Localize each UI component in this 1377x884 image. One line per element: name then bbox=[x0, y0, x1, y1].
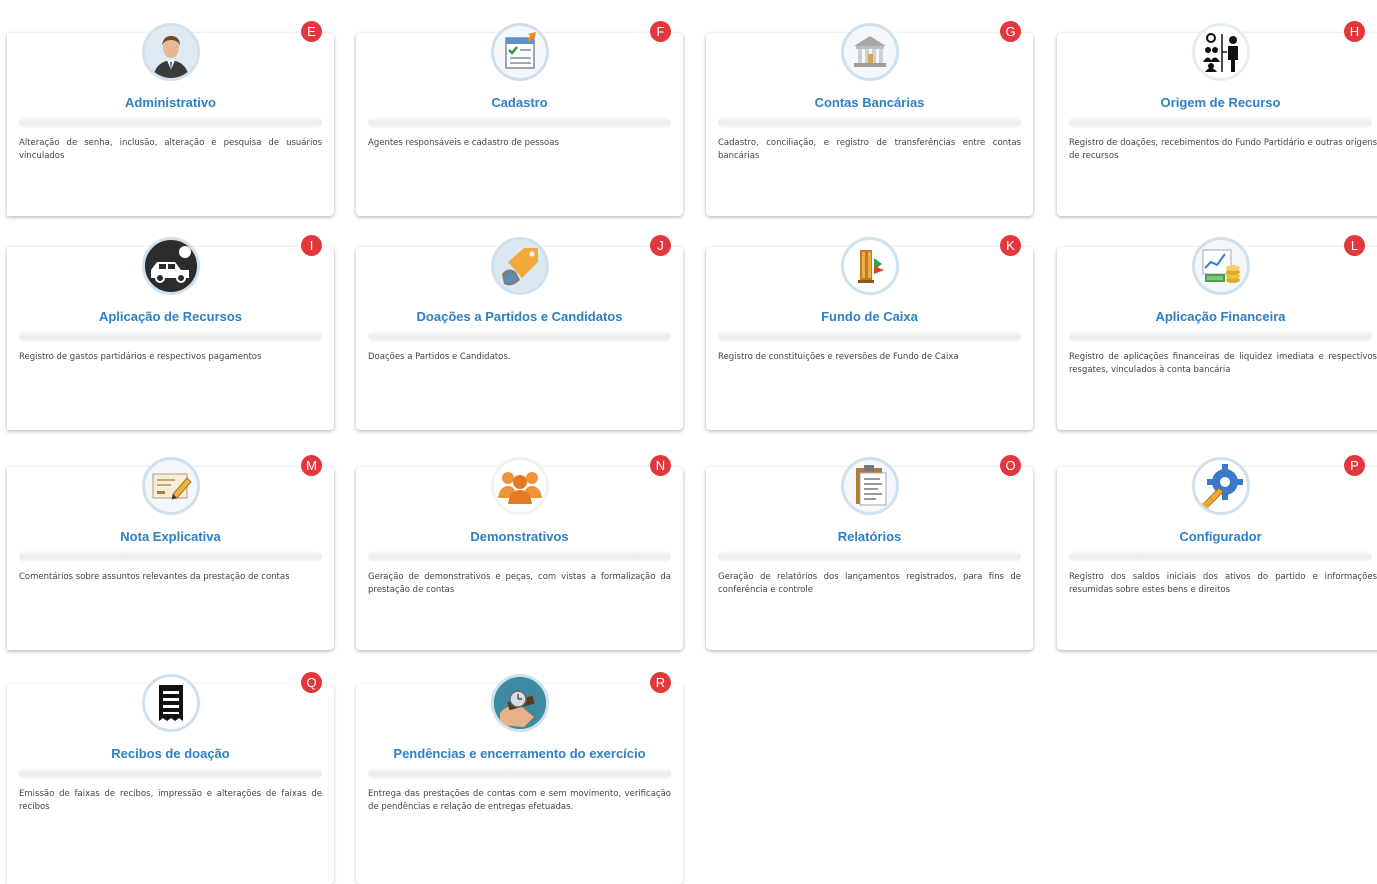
card-description: Geração de demonstrativos e peças, com v… bbox=[368, 572, 671, 595]
module-card-pendencias-encerramento[interactable]: R Pendências e encerramento do exercício… bbox=[356, 672, 683, 884]
investment-coins-icon bbox=[1191, 237, 1250, 295]
card-badge: H bbox=[1344, 21, 1365, 42]
module-card-aplicacao-financeira[interactable]: L Aplicação Financeira Registro de aplic… bbox=[1057, 235, 1377, 430]
module-card-cadastro[interactable]: F Cadastro Agentes responsáveis e cadast… bbox=[356, 21, 683, 216]
card-badge: G bbox=[1000, 21, 1021, 42]
card-description: Registro de doações, recebimentos do Fun… bbox=[1069, 138, 1377, 161]
card-divider bbox=[19, 331, 322, 342]
card-divider bbox=[718, 331, 1021, 342]
card-divider bbox=[19, 551, 322, 562]
gear-wrench-icon bbox=[1191, 457, 1250, 515]
user-avatar-icon bbox=[141, 23, 200, 81]
module-card-doacoes-partidos-candidatos[interactable]: J Doações a Partidos e Candidatos Doaçõe… bbox=[356, 235, 683, 430]
card-divider bbox=[368, 551, 671, 562]
module-card-fundo-de-caixa[interactable]: K Fundo de Caixa Registro de constituiçõ… bbox=[706, 235, 1033, 430]
card-description: Registro de aplicações financeiras de li… bbox=[1069, 352, 1377, 375]
card-divider bbox=[368, 331, 671, 342]
card-badge: R bbox=[650, 672, 671, 693]
module-card-recibos-de-doacao[interactable]: Q Recibos de doação Emissão de faixas de… bbox=[7, 672, 334, 884]
card-badge: K bbox=[1000, 235, 1021, 256]
card-badge: O bbox=[1000, 455, 1021, 476]
card-title[interactable]: Relatórios bbox=[706, 529, 1033, 544]
receipt-icon bbox=[141, 674, 200, 732]
card-title[interactable]: Cadastro bbox=[356, 95, 683, 110]
card-divider bbox=[718, 551, 1021, 562]
card-badge: M bbox=[301, 455, 322, 476]
module-card-administrativo[interactable]: E Administrativo Alteração de senha, inc… bbox=[7, 21, 334, 216]
card-divider bbox=[1069, 551, 1372, 562]
clipboard-report-icon bbox=[840, 457, 899, 515]
vehicle-spending-icon bbox=[141, 237, 200, 295]
card-title[interactable]: Configurador bbox=[1057, 529, 1377, 544]
card-description: Alteração de senha, inclusão, alteração … bbox=[19, 138, 322, 161]
card-divider bbox=[1069, 331, 1372, 342]
module-card-aplicacao-de-recursos[interactable]: I Aplicação de Recursos Registro de gast… bbox=[7, 235, 334, 430]
card-title[interactable]: Administrativo bbox=[7, 95, 334, 110]
card-badge: Q bbox=[301, 672, 322, 693]
card-badge: L bbox=[1344, 235, 1365, 256]
card-title[interactable]: Nota Explicativa bbox=[7, 529, 334, 544]
card-description: Registro de constituições e reversões de… bbox=[718, 352, 959, 362]
card-badge: I bbox=[301, 235, 322, 256]
module-card-relatorios[interactable]: O Relatórios Geração de relatórios dos l… bbox=[706, 455, 1033, 650]
module-card-contas-bancarias[interactable]: G Contas Bancárias Cadastro, conciliação… bbox=[706, 21, 1033, 216]
cash-fund-icon bbox=[840, 237, 899, 295]
card-title[interactable]: Recibos de doação bbox=[7, 746, 334, 761]
module-grid: E Administrativo Alteração de senha, inc… bbox=[0, 0, 1377, 884]
module-card-origem-de-recurso[interactable]: H Origem de Recurso Registro de doações,… bbox=[1057, 21, 1377, 216]
card-description: Doações a Partidos e Candidatos. bbox=[368, 352, 511, 362]
card-description: Registro de gastos partidários e respect… bbox=[19, 352, 262, 362]
card-title[interactable]: Aplicação de Recursos bbox=[7, 309, 334, 324]
module-card-nota-explicativa[interactable]: M Nota Explicativa Comentários sobre ass… bbox=[7, 455, 334, 650]
card-divider bbox=[19, 117, 322, 128]
card-divider bbox=[19, 768, 322, 779]
card-description: Cadastro, conciliação, e registro de tra… bbox=[718, 138, 1021, 161]
card-description: Comentários sobre assuntos relevantes da… bbox=[19, 572, 290, 582]
card-title[interactable]: Aplicação Financeira bbox=[1057, 309, 1377, 324]
card-badge: E bbox=[301, 21, 322, 42]
card-badge: F bbox=[650, 21, 671, 42]
note-pencil-icon bbox=[141, 457, 200, 515]
card-description: Entrega das prestações de contas com e s… bbox=[368, 789, 671, 812]
card-title[interactable]: Pendências e encerramento do exercício bbox=[356, 746, 683, 761]
card-description: Registro dos saldos iniciais dos ativos … bbox=[1069, 572, 1377, 595]
checklist-form-icon bbox=[490, 23, 549, 81]
card-divider bbox=[368, 117, 671, 128]
card-description: Emissão de faixas de recibos, impressão … bbox=[19, 789, 322, 812]
tag-donation-icon bbox=[490, 237, 549, 295]
people-source-icon bbox=[1191, 23, 1250, 81]
card-title[interactable]: Demonstrativos bbox=[356, 529, 683, 544]
card-title[interactable]: Doações a Partidos e Candidatos bbox=[356, 309, 683, 324]
module-card-demonstrativos[interactable]: N Demonstrativos Geração de demonstrativ… bbox=[356, 455, 683, 650]
card-title[interactable]: Origem de Recurso bbox=[1057, 95, 1377, 110]
card-description: Agentes responsáveis e cadastro de pesso… bbox=[368, 138, 559, 148]
card-title[interactable]: Fundo de Caixa bbox=[706, 309, 1033, 324]
group-people-icon bbox=[490, 457, 549, 515]
card-divider bbox=[368, 768, 671, 779]
module-card-configurador[interactable]: P Configurador Registro dos saldos inici… bbox=[1057, 455, 1377, 650]
card-badge: P bbox=[1344, 455, 1365, 476]
card-badge: N bbox=[650, 455, 671, 476]
bank-building-icon bbox=[840, 23, 899, 81]
wristwatch-icon bbox=[490, 674, 549, 732]
card-divider bbox=[718, 117, 1021, 128]
card-description: Geração de relatórios dos lançamentos re… bbox=[718, 572, 1021, 595]
card-divider bbox=[1069, 117, 1372, 128]
card-title[interactable]: Contas Bancárias bbox=[706, 95, 1033, 110]
card-badge: J bbox=[650, 235, 671, 256]
